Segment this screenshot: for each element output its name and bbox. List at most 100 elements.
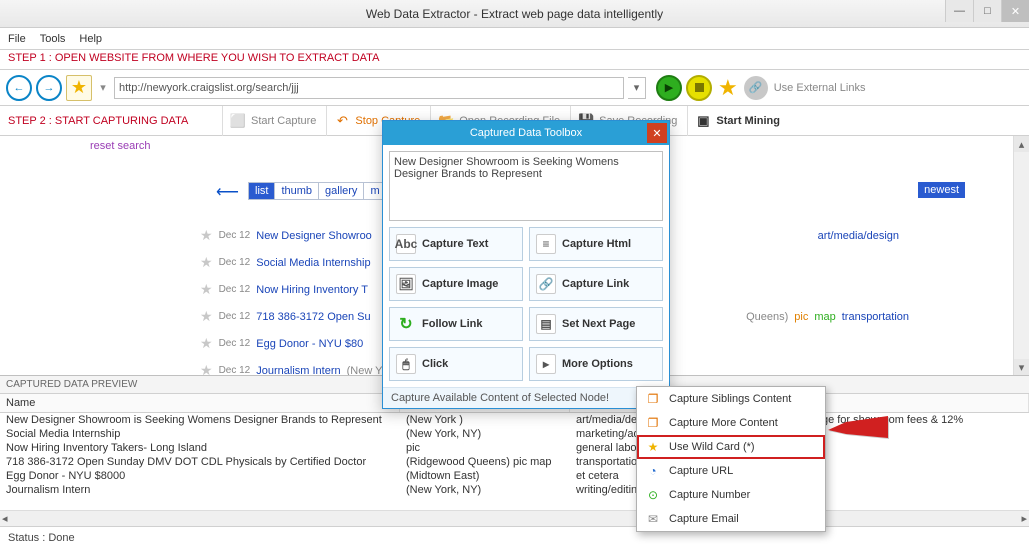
favorites-button[interactable]: ★ (66, 75, 92, 101)
abc-icon: Abc (396, 234, 416, 254)
number-icon: ⊙ (645, 487, 661, 503)
arrow-left-icon (14, 82, 25, 94)
star-icon[interactable]: ★ (200, 308, 213, 325)
url-dropdown[interactable]: ▾ (628, 77, 646, 99)
menu-file[interactable]: File (8, 33, 26, 45)
capture-email-item[interactable]: ✉Capture Email (637, 507, 825, 531)
pic-tag: pic (794, 311, 808, 323)
favorites-dropdown[interactable]: ▾ (96, 81, 110, 94)
start-mining-label: Start Mining (716, 115, 780, 127)
scroll-down-icon[interactable]: ▾ (1014, 359, 1029, 375)
star-icon[interactable]: ★ (200, 362, 213, 375)
table-row: 718 386-3172 Open Sunday DMV DOT CDL Phy… (0, 455, 1029, 469)
undo-icon: ↶ (333, 112, 351, 130)
capture-html-button[interactable]: ≡Capture Html (529, 227, 663, 261)
more-options-menu: ❐Capture Siblings Content ❐Capture More … (636, 386, 826, 532)
capture-siblings-item[interactable]: ❐Capture Siblings Content (637, 387, 825, 411)
star-icon[interactable]: ★ (200, 281, 213, 298)
capture-image-button[interactable]: 🖼Capture Image (389, 267, 523, 301)
maximize-button[interactable]: □ (973, 0, 1001, 22)
status-bar: Status : Done (0, 526, 1029, 548)
table-row: Egg Donor - NYU $8000(Midtown East)et ce… (0, 469, 1029, 483)
scroll-left-icon[interactable]: ◂ (2, 512, 8, 525)
scroll-right-icon[interactable]: ▸ (1021, 512, 1027, 525)
list-category[interactable]: transportation (842, 311, 909, 323)
view-thumb-tab[interactable]: thumb (275, 183, 319, 199)
col-name[interactable]: Name (0, 394, 400, 412)
start-mining-button[interactable]: ▣Start Mining (687, 106, 786, 136)
annotation-arrow (828, 416, 888, 449)
url-input[interactable]: http://newyork.craigslist.org/search/jjj (114, 77, 624, 99)
dialog-close-button[interactable]: ✕ (647, 123, 667, 143)
list-link[interactable]: Social Media Internship (256, 257, 370, 269)
navbar: ★ ▾ http://newyork.craigslist.org/search… (0, 70, 1029, 106)
minimize-button[interactable]: — (945, 0, 973, 22)
cursor-icon: 🖱 (396, 354, 416, 374)
image-icon: 🖼 (396, 274, 416, 294)
list-date: Dec 12 (219, 284, 251, 295)
follow-icon: ↻ (396, 314, 416, 334)
star-icon[interactable]: ★ (200, 254, 213, 271)
capture-more-content-item[interactable]: ❐Capture More Content (637, 411, 825, 435)
capture-link-button[interactable]: 🔗Capture Link (529, 267, 663, 301)
menu-tools[interactable]: Tools (40, 33, 66, 45)
dialog-status: Capture Available Content of Selected No… (383, 387, 669, 408)
list-link[interactable]: New Designer Showroo (256, 230, 372, 242)
captured-data-toolbox-dialog: Captured Data Toolbox ✕ New Designer Sho… (382, 120, 670, 409)
back-button[interactable] (6, 75, 32, 101)
reset-search-link[interactable]: reset search (90, 140, 151, 152)
stop-load-button[interactable] (686, 75, 712, 101)
step1-label: STEP 1 : OPEN WEBSITE FROM WHERE YOU WIS… (0, 50, 1029, 70)
view-list-tab[interactable]: list (249, 183, 275, 199)
link-icon: 🔗 (536, 274, 556, 294)
set-next-page-button[interactable]: ▤Set Next Page (529, 307, 663, 341)
dialog-title: Captured Data Toolbox ✕ (383, 121, 669, 145)
step2-label: STEP 2 : START CAPTURING DATA (0, 115, 222, 127)
list-link[interactable]: Egg Donor - NYU $80 (256, 338, 363, 350)
use-wild-card-item[interactable]: ★Use Wild Card (*) (637, 435, 825, 459)
capture-number-item[interactable]: ⊙Capture Number (637, 483, 825, 507)
click-button[interactable]: 🖱Click (389, 347, 523, 381)
table-row: Journalism Intern(New York, NY)writing/e… (0, 483, 1029, 497)
window-title: Web Data Extractor - Extract web page da… (366, 7, 663, 21)
sort-newest[interactable]: newest (918, 182, 965, 198)
siblings-icon: ❐ (645, 391, 661, 407)
list-date: Dec 12 (219, 338, 251, 349)
list-date: Dec 12 (219, 257, 251, 268)
close-button[interactable]: ✕ (1001, 0, 1029, 22)
list-link[interactable]: Journalism Intern (256, 365, 340, 376)
bookmark-star-icon[interactable]: ★ (718, 75, 738, 101)
list-category[interactable]: art/media/design (818, 230, 899, 242)
html-icon: ≡ (536, 234, 556, 254)
horizontal-scrollbar[interactable]: ◂▸ (0, 510, 1029, 526)
vertical-scrollbar[interactable]: ▴ ▾ (1013, 136, 1029, 375)
list-link[interactable]: Now Hiring Inventory T (256, 284, 368, 296)
capture-url-item[interactable]: ◔Capture URL (637, 459, 825, 483)
capture-text-button[interactable]: AbcCapture Text (389, 227, 523, 261)
start-capture-label: Start Capture (251, 115, 316, 127)
dialog-preview-text[interactable]: New Designer Showroom is Seeking Womens … (389, 151, 663, 221)
view-gallery-tab[interactable]: gallery (319, 183, 364, 199)
page-back-arrow[interactable]: ⟵ (216, 182, 239, 202)
list-date: Dec 12 (219, 365, 251, 375)
titlebar: Web Data Extractor - Extract web page da… (0, 0, 1029, 28)
list-location: Queens) (746, 311, 788, 323)
more-options-button[interactable]: ▸More Options (529, 347, 663, 381)
email-icon: ✉ (645, 511, 661, 527)
star-icon: ★ (645, 439, 661, 455)
go-button[interactable]: ▶ (656, 75, 682, 101)
list-location: (New Y (347, 365, 383, 376)
forward-button[interactable] (36, 75, 62, 101)
list-link[interactable]: 718 386-3172 Open Su (256, 311, 370, 323)
record-icon: ⬜ (229, 112, 247, 130)
star-icon[interactable]: ★ (200, 335, 213, 352)
url-icon: ◔ (645, 463, 661, 479)
arrow-right-icon (44, 82, 55, 94)
star-icon[interactable]: ★ (200, 227, 213, 244)
start-capture-button[interactable]: ⬜ Start Capture (222, 106, 322, 136)
scroll-up-icon[interactable]: ▴ (1014, 136, 1029, 152)
menubar: File Tools Help (0, 28, 1029, 50)
follow-link-button[interactable]: ↻Follow Link (389, 307, 523, 341)
dialog-title-label: Captured Data Toolbox (470, 127, 582, 139)
menu-help[interactable]: Help (79, 33, 102, 45)
